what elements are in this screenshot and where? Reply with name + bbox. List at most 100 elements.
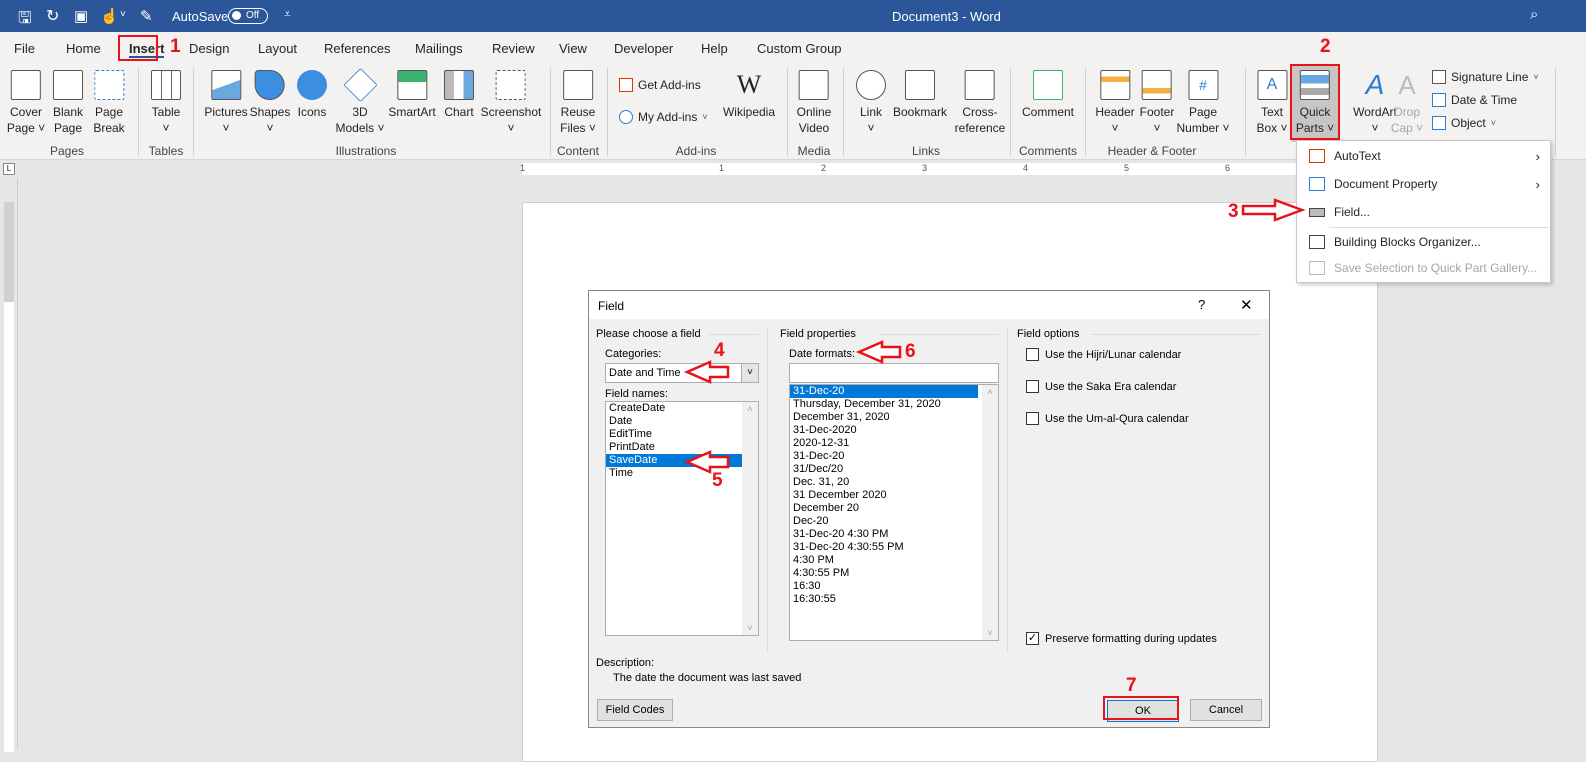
touch-mode-icon[interactable]: ☝ xyxy=(100,7,119,25)
tab-references[interactable]: References xyxy=(324,41,390,56)
icons-button[interactable]: Icons xyxy=(297,70,327,120)
list-item[interactable]: CreateDate xyxy=(606,402,758,415)
screenshot-button[interactable]: Screenshot ˅ xyxy=(481,70,541,136)
list-item-selected[interactable]: SaveDate xyxy=(606,454,742,467)
page-break-button[interactable]: Page Break xyxy=(93,70,125,136)
scrollbar[interactable]: ˄ ˅ xyxy=(982,385,998,640)
list-item[interactable]: EditTime xyxy=(606,428,758,441)
date-time-button[interactable]: Date & Time xyxy=(1432,93,1517,107)
field-names-list[interactable]: CreateDate Date EditTime PrintDate SaveD… xyxy=(605,401,759,636)
scrollbar[interactable]: ˄ ˅ xyxy=(742,402,758,635)
menu-item-document-property[interactable]: Document Property › xyxy=(1297,171,1550,197)
tab-developer[interactable]: Developer xyxy=(614,41,673,56)
blank-page-button[interactable]: Blank Page xyxy=(53,70,83,136)
close-button[interactable]: ✕ xyxy=(1240,296,1253,314)
redo-icon[interactable]: ↻ xyxy=(46,6,59,26)
chart-button[interactable]: Chart xyxy=(444,70,474,120)
list-item-selected[interactable]: 31-Dec-20 xyxy=(790,385,978,398)
cancel-button[interactable]: Cancel xyxy=(1190,699,1262,721)
text-box-button[interactable]: A Text Box ˅ xyxy=(1256,70,1288,136)
tab-layout[interactable]: Layout xyxy=(258,41,297,56)
checkbox[interactable] xyxy=(1026,412,1039,425)
checkbox[interactable] xyxy=(1026,348,1039,361)
save-as-icon[interactable]: ▣ xyxy=(74,7,88,25)
pictures-button[interactable]: Pictures ˅ xyxy=(204,70,248,136)
online-video-button[interactable]: Online Video xyxy=(797,70,831,136)
table-button[interactable]: Table ˅ xyxy=(151,70,181,136)
list-item[interactable]: Dec-20 xyxy=(790,515,998,528)
search-icon[interactable]: ⌕ xyxy=(1530,6,1538,23)
bookmark-button[interactable]: Bookmark xyxy=(893,70,947,120)
label: Page xyxy=(53,121,83,135)
list-item[interactable]: 31 December 2020 xyxy=(790,489,998,502)
menu-item-field[interactable]: Field... xyxy=(1297,199,1550,225)
list-item[interactable]: Dec. 31, 20 xyxy=(790,476,998,489)
list-item[interactable]: December 31, 2020 xyxy=(790,411,998,424)
save-icon[interactable]: 🖫 xyxy=(18,7,32,34)
list-item[interactable]: 31-Dec-20 4:30 PM xyxy=(790,528,998,541)
date-format-input[interactable] xyxy=(789,363,999,383)
footer-button[interactable]: Footer ˅ xyxy=(1140,70,1174,136)
list-item[interactable]: 16:30:55 xyxy=(790,593,998,606)
chevron-down-icon[interactable]: ˅ xyxy=(741,364,758,382)
comment-button[interactable]: Comment xyxy=(1022,70,1074,120)
list-item[interactable]: Date xyxy=(606,415,758,428)
checkbox-checked[interactable]: ✓ xyxy=(1026,632,1039,645)
menu-item-building-blocks-organizer[interactable]: Building Blocks Organizer... xyxy=(1297,229,1550,255)
autosave-toggle[interactable]: Off xyxy=(228,8,268,24)
cover-page-button[interactable]: Cover Page ˅ xyxy=(7,70,45,136)
section-heading: Field options xyxy=(1017,328,1080,340)
menu-item-autotext[interactable]: AutoText › xyxy=(1297,143,1550,169)
categories-label: Categories: xyxy=(605,348,662,360)
shapes-button[interactable]: Shapes ˅ xyxy=(250,70,290,136)
date-formats-list[interactable]: 31-Dec-20 Thursday, December 31, 2020 Dece… xyxy=(789,384,999,641)
my-add-ins-button[interactable]: My Add-ins ˅ xyxy=(619,110,708,124)
list-item[interactable]: 4:30 PM xyxy=(790,554,998,567)
list-item[interactable]: 16:30 xyxy=(790,580,998,593)
smartart-button[interactable]: SmartArt xyxy=(388,70,436,120)
wikipedia-button[interactable]: W Wikipedia xyxy=(723,70,775,120)
list-item[interactable]: 2020-12-31 xyxy=(790,437,998,450)
header-button[interactable]: Header ˅ xyxy=(1095,70,1135,136)
tab-help[interactable]: Help xyxy=(701,41,728,56)
tab-selector[interactable]: L xyxy=(3,163,15,175)
reuse-files-button[interactable]: Reuse Files ˅ xyxy=(560,70,596,136)
divider xyxy=(1010,68,1011,156)
field-codes-button[interactable]: Field Codes xyxy=(597,699,673,721)
list-item[interactable]: Thursday, December 31, 2020 xyxy=(790,398,998,411)
chevron-down-icon[interactable]: ˅ xyxy=(120,9,126,20)
signature-line-button[interactable]: Signature Line ˅ xyxy=(1432,70,1539,84)
list-item[interactable]: 31-Dec-20 4:30:55 PM xyxy=(790,541,998,554)
categories-select[interactable]: Date and Time ˅ xyxy=(605,363,759,383)
list-item[interactable]: December 20 xyxy=(790,502,998,515)
customize-toolbar-icon[interactable]: ⩡ xyxy=(284,7,291,22)
hijri-checkbox[interactable]: Use the Hijri/Lunar calendar xyxy=(1026,348,1181,361)
tab-home[interactable]: Home xyxy=(66,41,101,56)
help-button[interactable]: ? xyxy=(1198,297,1205,312)
3d-models-button[interactable]: 3D Models ˅ xyxy=(335,68,385,136)
vertical-ruler[interactable] xyxy=(0,178,18,752)
um-al-qura-checkbox[interactable]: Use the Um-al-Qura calendar xyxy=(1026,412,1189,425)
edit-icon[interactable]: ✎ xyxy=(140,7,153,25)
list-item[interactable]: Time xyxy=(606,467,758,480)
tab-review[interactable]: Review xyxy=(492,41,535,56)
page-number-button[interactable]: # Page Number ˅ xyxy=(1176,70,1230,136)
tab-custom-group[interactable]: Custom Group xyxy=(757,41,842,56)
list-item[interactable]: PrintDate xyxy=(606,441,758,454)
link-button[interactable]: Link ˅ xyxy=(856,70,886,136)
tab-file[interactable]: File xyxy=(14,41,35,56)
drop-cap-button[interactable]: A Drop Cap ˅ xyxy=(1391,70,1423,136)
saka-checkbox[interactable]: Use the Saka Era calendar xyxy=(1026,380,1176,393)
get-add-ins-button[interactable]: Get Add-ins xyxy=(619,78,701,92)
cross-reference-button[interactable]: Cross-reference xyxy=(955,70,1005,136)
preserve-formatting-checkbox[interactable]: ✓ Preserve formatting during updates xyxy=(1026,632,1217,645)
object-button[interactable]: Object ˅ xyxy=(1432,116,1496,130)
checkbox[interactable] xyxy=(1026,380,1039,393)
list-item[interactable]: 31-Dec-20 xyxy=(790,450,998,463)
tab-mailings[interactable]: Mailings xyxy=(415,41,463,56)
list-item[interactable]: 4:30:55 PM xyxy=(790,567,998,580)
list-item[interactable]: 31-Dec-2020 xyxy=(790,424,998,437)
tab-view[interactable]: View xyxy=(559,41,587,56)
list-item[interactable]: 31/Dec/20 xyxy=(790,463,998,476)
tab-design[interactable]: Design xyxy=(189,41,229,56)
